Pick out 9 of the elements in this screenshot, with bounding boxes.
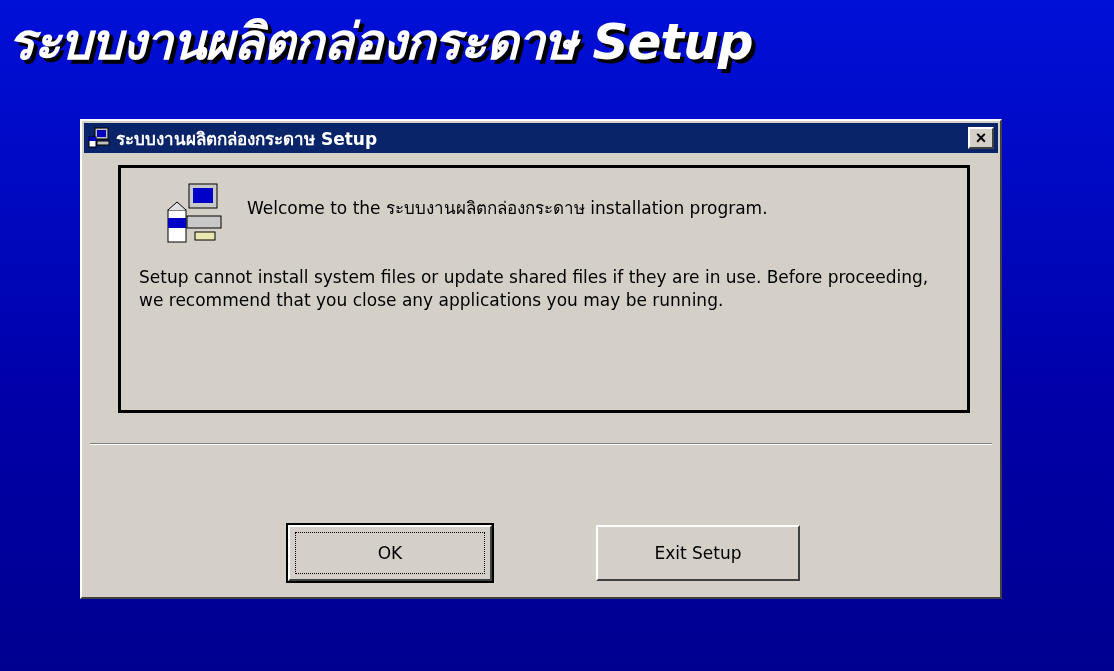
computer-setup-icon xyxy=(165,182,223,244)
warning-message: Setup cannot install system files or update shared files if they are in use. Before proceeding, we recommend that you close any applications you may be running. xyxy=(139,266,930,312)
close-button[interactable]: × xyxy=(968,127,994,149)
window-title: ระบบงานผลิตกล่องกระดาษ Setup xyxy=(116,127,379,151)
computer-icon xyxy=(88,127,110,149)
banner-title: ระบบงานผลิตกล่องกระดาษ Setup xyxy=(8,12,753,73)
exit-button[interactable]: Exit Setup xyxy=(596,525,800,581)
welcome-text: Welcome to the ระบบงานผลิตกล่องกระดาษ installation program. xyxy=(247,197,768,220)
ok-button[interactable]: OK xyxy=(288,525,492,581)
